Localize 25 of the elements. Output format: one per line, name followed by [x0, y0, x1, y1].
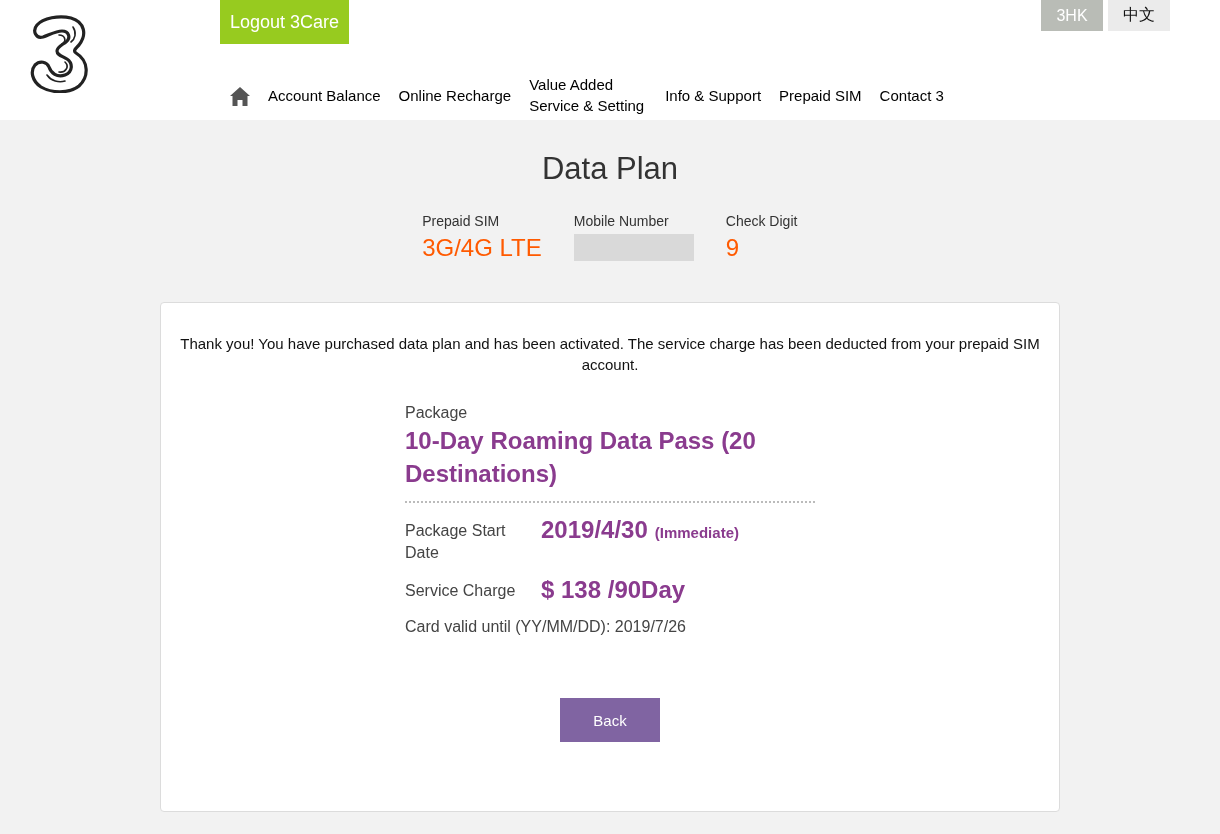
- info-label: Mobile Number: [573, 212, 670, 230]
- back-button[interactable]: Back: [560, 698, 660, 742]
- nav-link[interactable]: Contact 3: [879, 84, 944, 106]
- info-label: Check Digit: [725, 212, 798, 230]
- nav-link[interactable]: Prepaid SIM: [779, 84, 862, 106]
- info-value: 3G/4G LTE: [422, 233, 542, 263]
- nav-link[interactable]: Value Added Service & Setting: [529, 74, 648, 116]
- validity-text: Card valid until (YY/MM/DD): 2019/7/26: [405, 617, 687, 637]
- confirmation-message: Thank you! You have purchased data plan and has been activated. The service charge has been deducted from your prepaid SIM account.: [179, 334, 1041, 375]
- detail-label: Service Charge: [405, 581, 517, 601]
- detail-value: 2019/4/30: [541, 515, 648, 545]
- nav-link[interactable]: Info & Support: [665, 84, 762, 106]
- three-logo[interactable]: [29, 15, 91, 93]
- home-icon[interactable]: [230, 87, 250, 106]
- detail-label: Package Start Date: [405, 521, 507, 563]
- detail-note: (Immediate): [654, 524, 739, 541]
- package-name: 10-Day Roaming Data Pass (20 Destinations): [405, 426, 757, 489]
- nav-link[interactable]: Online Recharge: [398, 84, 512, 106]
- info-label: Prepaid SIM: [422, 212, 501, 230]
- nav-link[interactable]: Account Balance: [268, 84, 381, 106]
- page-title: Data Plan: [540, 150, 680, 188]
- detail-value: $ 138 /90Day: [541, 575, 686, 605]
- info-value: 9: [725, 233, 741, 263]
- package-label: Package: [405, 403, 469, 423]
- language-button[interactable]: 中文: [1108, 0, 1170, 31]
